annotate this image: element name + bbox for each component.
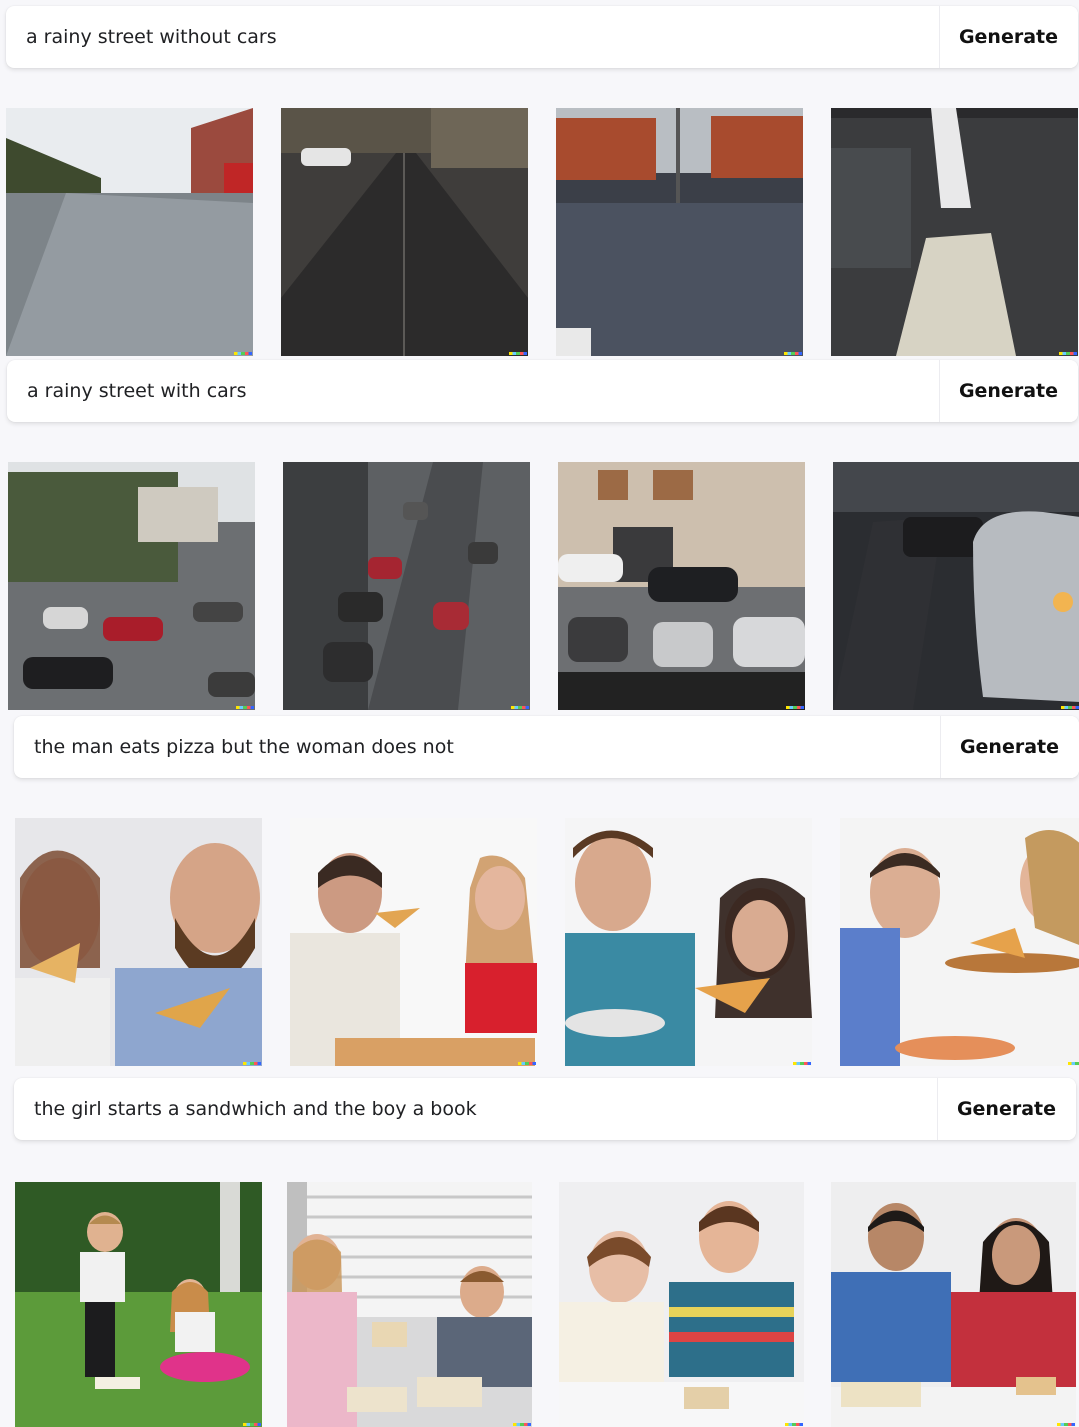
- generated-image[interactable]: [15, 1182, 262, 1427]
- generated-image[interactable]: [556, 108, 803, 356]
- generated-image[interactable]: [6, 108, 253, 356]
- watermark-icon: [784, 352, 802, 355]
- generated-image[interactable]: [15, 818, 262, 1066]
- generated-image[interactable]: [283, 462, 530, 710]
- generated-image[interactable]: [8, 462, 255, 710]
- watermark-icon: [786, 706, 804, 709]
- watermark-icon: [1061, 706, 1079, 709]
- watermark-icon: [236, 706, 254, 709]
- generated-image[interactable]: [565, 818, 812, 1066]
- prompt-input[interactable]: a rainy street with cars: [7, 380, 939, 402]
- generated-image[interactable]: [290, 818, 537, 1066]
- generated-image[interactable]: [831, 108, 1078, 356]
- watermark-icon: [785, 1423, 803, 1426]
- watermark-icon: [1057, 1423, 1075, 1426]
- generated-image[interactable]: [833, 462, 1079, 710]
- prompt-bar: a rainy street with cars Generate: [7, 360, 1078, 422]
- generated-image[interactable]: [558, 462, 805, 710]
- generate-button[interactable]: Generate: [939, 716, 1079, 778]
- generate-button[interactable]: Generate: [938, 6, 1078, 68]
- prompt-bar: a rainy street without cars Generate: [6, 6, 1078, 68]
- watermark-icon: [243, 1062, 261, 1065]
- watermark-icon: [243, 1423, 261, 1426]
- watermark-icon: [234, 352, 252, 355]
- prompt-bar: the man eats pizza but the woman does no…: [14, 716, 1079, 778]
- generated-image[interactable]: [287, 1182, 532, 1427]
- watermark-icon: [513, 1423, 531, 1426]
- watermark-icon: [1068, 1062, 1079, 1065]
- generate-button[interactable]: Generate: [938, 360, 1078, 422]
- prompt-input[interactable]: the girl starts a sandwhich and the boy …: [14, 1098, 937, 1120]
- watermark-icon: [511, 706, 529, 709]
- generated-image[interactable]: [840, 818, 1079, 1066]
- generate-button[interactable]: Generate: [936, 1078, 1076, 1140]
- generated-image[interactable]: [559, 1182, 804, 1427]
- watermark-icon: [518, 1062, 536, 1065]
- generated-image[interactable]: [831, 1182, 1076, 1427]
- prompt-input[interactable]: the man eats pizza but the woman does no…: [14, 736, 940, 758]
- watermark-icon: [793, 1062, 811, 1065]
- generated-image[interactable]: [281, 108, 528, 356]
- prompt-input[interactable]: a rainy street without cars: [6, 26, 939, 48]
- prompt-bar: the girl starts a sandwhich and the boy …: [14, 1078, 1076, 1140]
- watermark-icon: [509, 352, 527, 355]
- watermark-icon: [1059, 352, 1077, 355]
